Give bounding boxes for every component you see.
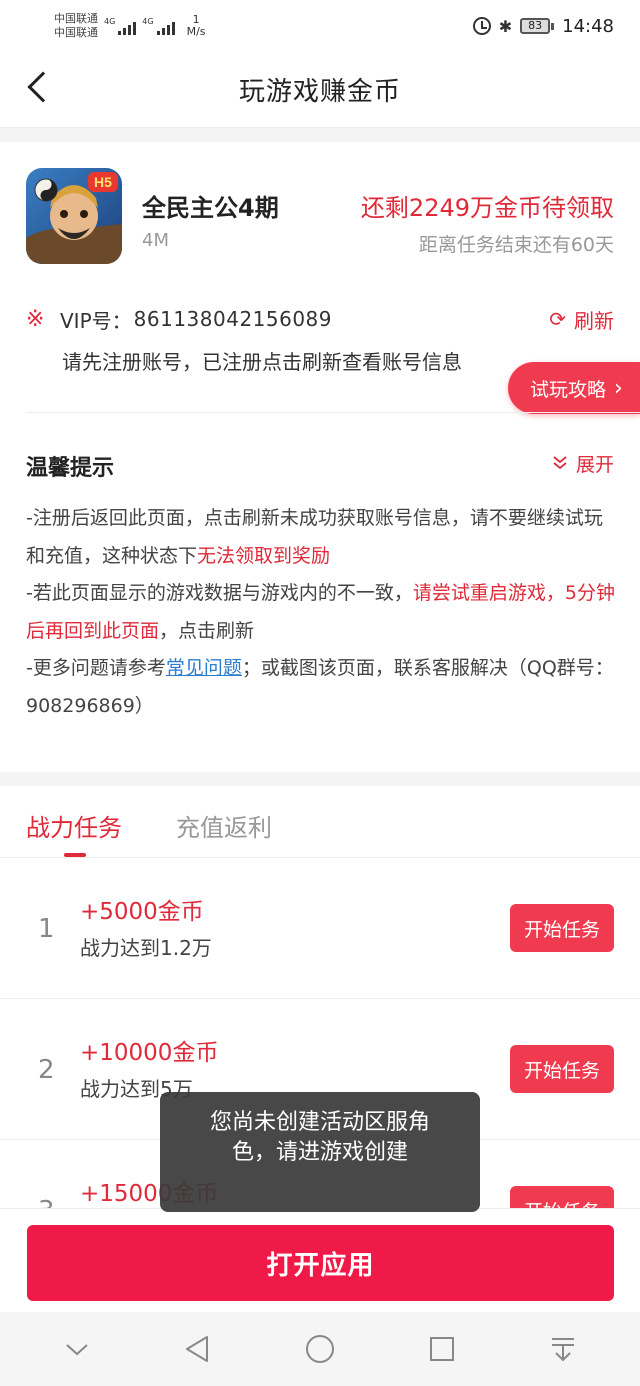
refresh-label: 刷新 — [574, 308, 614, 333]
toast-message: 您尚未创建活动区服角色，请进游戏创建 — [160, 1092, 480, 1212]
tab-power-tasks[interactable]: 战力任务 — [26, 808, 122, 843]
game-app-icon[interactable]: H5 — [26, 168, 122, 264]
tip-line-2: -若此页面显示的游戏数据与游戏内的不一致，请尝试重启游戏，5分钟后再回到此页面，… — [26, 575, 618, 650]
trial-guide-label: 试玩攻略 — [530, 378, 607, 401]
home-circle-icon[interactable] — [300, 1329, 340, 1369]
tips-title: 温馨提示 — [26, 456, 115, 481]
alarm-icon — [472, 17, 491, 35]
battery-icon: 83 — [520, 18, 555, 34]
tab-recharge-rebate[interactable]: 充值返利 — [176, 808, 272, 843]
open-app-button[interactable]: 打开应用 — [27, 1225, 614, 1301]
vip-number: 861138042156089 — [133, 307, 333, 331]
system-nav-bar — [0, 1312, 640, 1386]
chevron-right-icon: › — [614, 375, 623, 401]
faq-link[interactable]: 常见问题 — [166, 657, 242, 679]
network-type-1: 4G — [104, 17, 116, 26]
signal-2-icon: 4G — [142, 17, 175, 35]
reference-mark-icon: ※ — [26, 306, 45, 332]
chevron-down-icon[interactable] — [57, 1329, 97, 1369]
carrier-1: 中国联通 — [54, 12, 98, 25]
reward-remaining: 还剩2249万金币待领取 — [360, 194, 614, 222]
expand-label: 展开 — [575, 454, 614, 476]
tip-line-3: -更多问题请参考常见问题；或截图该页面，联系客服解决（QQ群号：90829686… — [26, 650, 618, 725]
task-reward: +5000金币 — [80, 899, 204, 925]
game-name: 全民主公4期 — [142, 194, 279, 222]
back-triangle-icon[interactable] — [178, 1329, 218, 1369]
start-task-button[interactable]: 开始任务 — [510, 904, 614, 952]
refresh-icon: ⟳ — [549, 307, 566, 331]
screen: 中国联通 中国联通 4G 4G 1 M/s ✱ 83 14:48 玩游戏赚金币 — [0, 0, 640, 1386]
section-gap — [0, 772, 640, 786]
status-bar: 中国联通 中国联通 4G 4G 1 M/s ✱ 83 14:48 — [0, 0, 640, 52]
vip-row: ※ VIP号： 861138042156089 ⟳ 刷新 — [26, 304, 614, 334]
vip-hint: 请先注册账号，已注册点击刷新查看账号信息 — [62, 350, 462, 374]
task-tabs: 战力任务 充值返利 — [0, 786, 640, 858]
tip-1-warning: 无法领取到奖励 — [197, 544, 331, 567]
tips-body: -注册后返回此页面，点击刷新未成功获取账号信息，请不要继续试玩和充值，这种状态下… — [26, 500, 618, 725]
bottom-action-bar: 打开应用 — [0, 1208, 640, 1312]
divider — [26, 412, 640, 413]
task-index: 2 — [38, 1055, 55, 1085]
network-type-2: 4G — [142, 17, 154, 26]
double-chevron-down-icon — [552, 454, 568, 474]
status-right: ✱ 83 14:48 — [472, 15, 614, 37]
tip-2-text: -若此页面显示的游戏数据与游戏内的不一致， — [26, 582, 413, 604]
notification-pull-icon[interactable] — [543, 1329, 583, 1369]
task-row: 1 +5000金币 战力达到1.2万 开始任务 — [0, 858, 640, 999]
task-reward: +10000金币 — [80, 1040, 219, 1066]
top-bar: 玩游戏赚金币 — [0, 52, 640, 128]
back-chevron-left-icon[interactable] — [27, 71, 59, 103]
tip-line-1: -注册后返回此页面，点击刷新未成功获取账号信息，请不要继续试玩和充值，这种状态下… — [26, 500, 618, 575]
battery-level: 83 — [520, 18, 551, 34]
start-task-button[interactable]: 开始任务 — [510, 1045, 614, 1093]
game-card: H5 全民主公4期 4M 还剩2249万金币待领取 距离任务结束还有60天 — [0, 142, 640, 282]
recents-square-icon[interactable] — [422, 1329, 462, 1369]
active-tab-indicator — [64, 853, 86, 857]
refresh-button[interactable]: ⟳ 刷新 — [549, 305, 614, 334]
game-size: 4M — [142, 230, 169, 251]
speed-unit: M/s — [186, 25, 206, 38]
vip-label: VIP号： — [60, 308, 132, 333]
bluetooth-icon: ✱ — [498, 16, 513, 36]
page-title: 玩游戏赚金币 — [238, 77, 401, 107]
clock: 14:48 — [562, 15, 614, 37]
task-condition: 战力达到1.2万 — [80, 936, 212, 960]
network-speed: 1 M/s — [187, 14, 206, 38]
task-index: 1 — [38, 914, 55, 944]
section-gap — [0, 128, 640, 142]
trial-guide-button[interactable]: 试玩攻略 › — [508, 362, 640, 414]
task-deadline: 距离任务结束还有60天 — [418, 234, 614, 256]
tip-2-tail: ，点击刷新 — [159, 619, 255, 642]
game-icon-badge: H5 — [94, 174, 112, 190]
expand-button[interactable]: 展开 — [552, 450, 614, 477]
signal-1-icon: 4G — [104, 17, 137, 35]
carrier-labels: 中国联通 中国联通 — [54, 12, 98, 40]
carrier-2: 中国联通 — [54, 26, 98, 39]
tip-3-text: -更多问题请参考 — [26, 657, 166, 679]
